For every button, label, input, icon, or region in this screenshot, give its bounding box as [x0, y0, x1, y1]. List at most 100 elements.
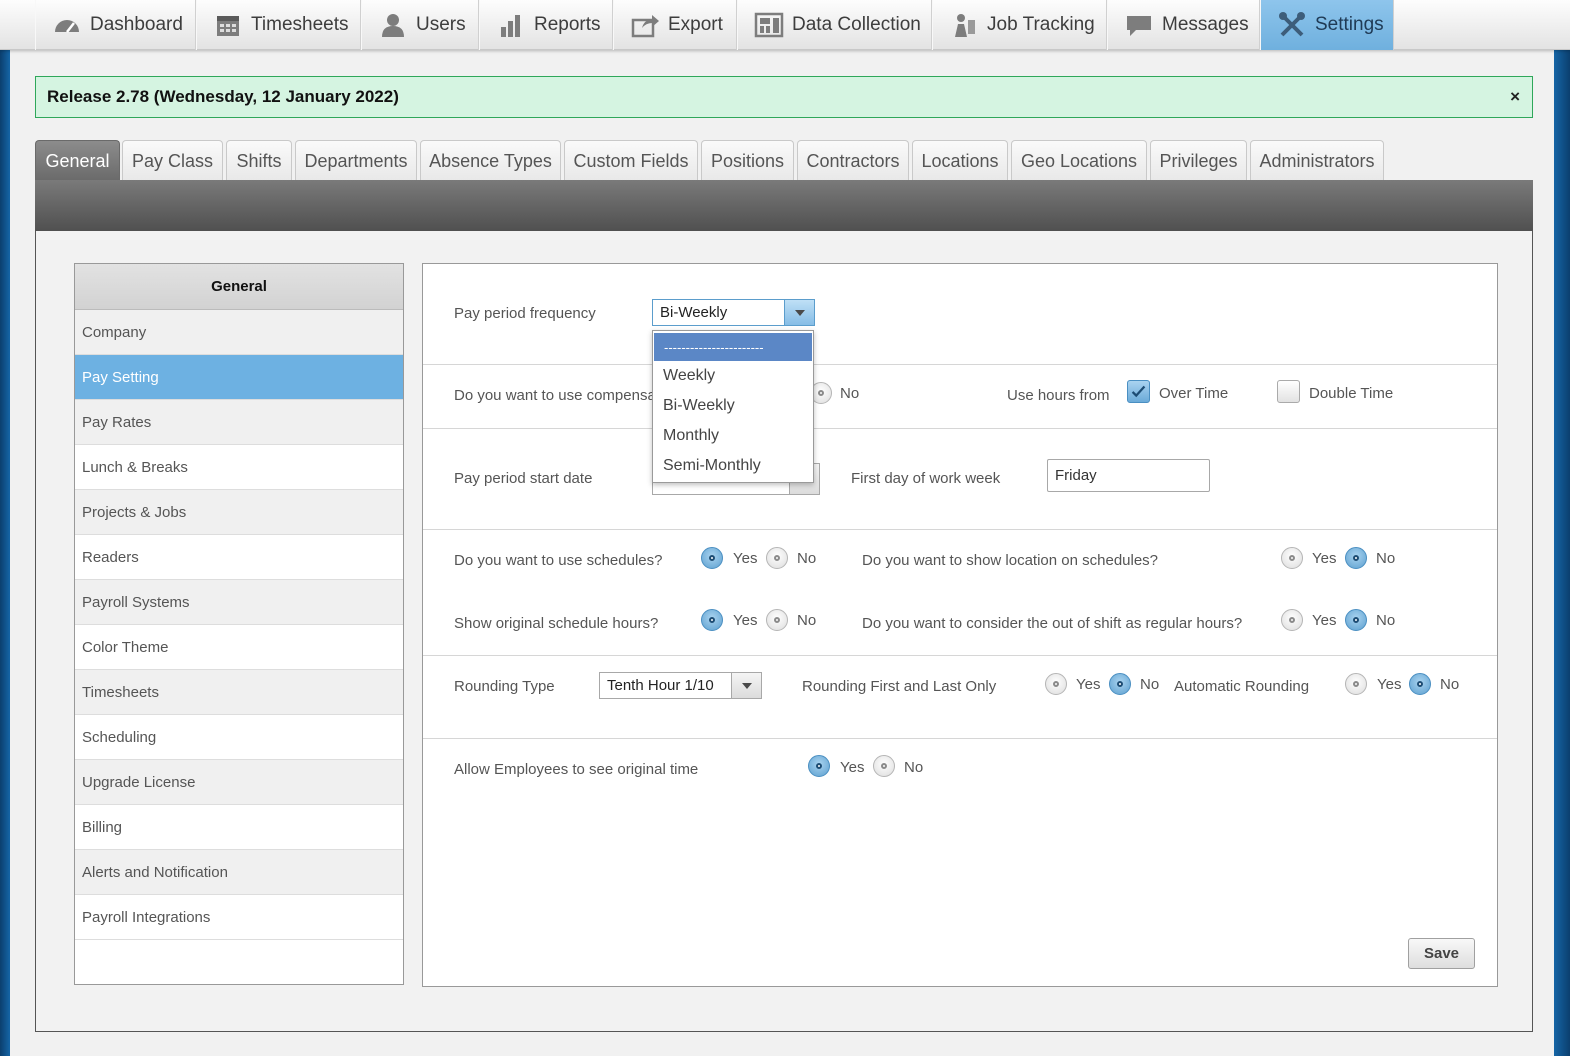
sidebar-item-readers[interactable]: Readers: [75, 535, 403, 580]
rounding-type-select[interactable]: Tenth Hour 1/10: [599, 672, 762, 699]
dropdown-option-placeholder[interactable]: -----------------------: [654, 333, 812, 361]
tab-contractors[interactable]: Contractors: [797, 140, 909, 181]
use-schedules-no-label: No: [797, 550, 817, 567]
sidebar-item-alerts-notification[interactable]: Alerts and Notification: [75, 850, 403, 895]
compensation-label: Do you want to use compensa: [454, 387, 656, 404]
tab-custom-fields[interactable]: Custom Fields: [564, 140, 698, 181]
use-schedules-yes-radio[interactable]: [701, 547, 723, 569]
release-banner: Release 2.78 (Wednesday, 12 January 2022…: [35, 76, 1533, 118]
tab-departments[interactable]: Departments: [295, 140, 417, 181]
use-schedules-no-radio[interactable]: [766, 547, 788, 569]
sidebar-item-upgrade-license[interactable]: Upgrade License: [75, 760, 403, 805]
sidebar-item-billing[interactable]: Billing: [75, 805, 403, 850]
automatic-rounding-yes-label: Yes: [1377, 676, 1402, 693]
first-day-field[interactable]: Friday: [1047, 459, 1210, 492]
divider: [423, 428, 1497, 429]
job-tracking-icon: [955, 14, 975, 37]
automatic-rounding-no-radio[interactable]: [1409, 673, 1431, 695]
show-location-label: Do you want to show location on schedule…: [862, 552, 1159, 569]
dropdown-option-semi-monthly[interactable]: Semi-Monthly: [653, 451, 813, 481]
bar-chart-icon: [501, 15, 520, 37]
export-icon: [631, 15, 659, 38]
tab-geo-locations[interactable]: Geo Locations: [1011, 140, 1147, 181]
double-time-label: Double Time: [1309, 385, 1394, 402]
close-icon[interactable]: ×: [1510, 87, 1520, 107]
automatic-rounding-yes-radio[interactable]: [1345, 673, 1367, 695]
rounding-first-last-no-radio[interactable]: [1109, 673, 1131, 695]
dropdown-option-bi-weekly[interactable]: Bi-Weekly: [653, 391, 813, 421]
nav-timesheets-label: Timesheets: [251, 14, 349, 35]
sidebar-item-color-theme[interactable]: Color Theme: [75, 625, 403, 670]
sidebar-item-company[interactable]: Company: [75, 310, 403, 355]
tab-positions[interactable]: Positions: [701, 140, 794, 181]
original-hours-yes-radio[interactable]: [701, 609, 723, 631]
rounding-type-value: Tenth Hour 1/10: [607, 677, 714, 694]
nav-messages[interactable]: Messages: [1107, 0, 1260, 50]
out-of-shift-no-radio[interactable]: [1345, 609, 1367, 631]
sidebar-item-payroll-integrations[interactable]: Payroll Integrations: [75, 895, 403, 940]
tab-privileges[interactable]: Privileges: [1150, 140, 1247, 181]
sidebar-item-payroll-systems[interactable]: Payroll Systems: [75, 580, 403, 625]
nav-timesheets[interactable]: Timesheets: [196, 0, 361, 50]
use-schedules-label: Do you want to use schedules?: [454, 552, 663, 569]
rounding-type-label: Rounding Type: [454, 678, 555, 695]
nav-data-collection[interactable]: Data Collection: [737, 0, 932, 50]
sidebar-item-pay-setting[interactable]: Pay Setting: [75, 355, 403, 400]
pay-period-frequency-dropdown: ----------------------- Weekly Bi-Weekly…: [652, 330, 814, 483]
see-original-time-yes-radio[interactable]: [808, 755, 830, 777]
calendar-icon: [217, 16, 239, 36]
first-day-label: First day of work week: [851, 470, 1001, 487]
rounding-first-last-yes-label: Yes: [1076, 676, 1101, 693]
nav-export-label: Export: [668, 14, 723, 35]
nav-reports-label: Reports: [534, 14, 601, 35]
original-hours-no-radio[interactable]: [766, 609, 788, 631]
tab-absence-types[interactable]: Absence Types: [420, 140, 561, 181]
show-location-no-label: No: [1376, 550, 1396, 567]
out-of-shift-yes-label: Yes: [1312, 612, 1337, 629]
show-location-no-radio[interactable]: [1345, 547, 1367, 569]
nav-job-tracking[interactable]: Job Tracking: [932, 0, 1107, 50]
sidebar-title: General: [75, 264, 403, 310]
first-day-value: Friday: [1055, 467, 1097, 484]
tab-locations[interactable]: Locations: [912, 140, 1008, 181]
over-time-checkbox[interactable]: [1127, 380, 1150, 403]
nav-settings[interactable]: Settings: [1260, 0, 1394, 50]
dashboard-icon: [55, 20, 79, 33]
sidebar-item-pay-rates[interactable]: Pay Rates: [75, 400, 403, 445]
double-time-checkbox[interactable]: [1277, 380, 1300, 403]
see-original-time-no-radio[interactable]: [873, 755, 895, 777]
sidebar-item-timesheets[interactable]: Timesheets: [75, 670, 403, 715]
nav-users[interactable]: Users: [361, 0, 479, 50]
divider: [423, 364, 1497, 365]
nav-dashboard-label: Dashboard: [90, 14, 183, 35]
sidebar-item-scheduling[interactable]: Scheduling: [75, 715, 403, 760]
see-original-time-label: Allow Employees to see original time: [454, 761, 699, 778]
tab-general[interactable]: General: [35, 140, 120, 181]
tab-shifts[interactable]: Shifts: [226, 140, 292, 181]
sidebar-item-lunch-breaks[interactable]: Lunch & Breaks: [75, 445, 403, 490]
show-location-yes-label: Yes: [1312, 550, 1337, 567]
chevron-down-icon[interactable]: [784, 300, 814, 325]
tab-pay-class[interactable]: Pay Class: [122, 140, 223, 181]
tab-administrators[interactable]: Administrators: [1250, 140, 1384, 181]
chat-bubble-icon: [1127, 16, 1151, 36]
nav-reports[interactable]: Reports: [479, 0, 613, 50]
pay-period-start-label: Pay period start date: [454, 470, 593, 487]
rounding-first-last-yes-radio[interactable]: [1045, 673, 1067, 695]
see-original-time-no-label: No: [904, 759, 924, 776]
out-of-shift-yes-radio[interactable]: [1281, 609, 1303, 631]
sidebar-list: Company Pay Setting Pay Rates Lunch & Br…: [75, 310, 403, 940]
chevron-down-icon[interactable]: [731, 673, 761, 698]
show-location-yes-radio[interactable]: [1281, 547, 1303, 569]
nav-export[interactable]: Export: [613, 0, 737, 50]
nav-dashboard[interactable]: Dashboard: [35, 0, 196, 50]
tab-toolbar-strip: [35, 180, 1533, 231]
dropdown-option-weekly[interactable]: Weekly: [653, 361, 813, 391]
pay-period-frequency-label: Pay period frequency: [454, 305, 596, 322]
save-button[interactable]: Save: [1408, 938, 1475, 969]
sidebar-item-projects-jobs[interactable]: Projects & Jobs: [75, 490, 403, 535]
dropdown-option-monthly[interactable]: Monthly: [653, 421, 813, 451]
original-hours-no-label: No: [797, 612, 817, 629]
pay-period-frequency-select[interactable]: Bi-Weekly: [652, 299, 815, 326]
checkmark-icon: [1131, 385, 1146, 398]
